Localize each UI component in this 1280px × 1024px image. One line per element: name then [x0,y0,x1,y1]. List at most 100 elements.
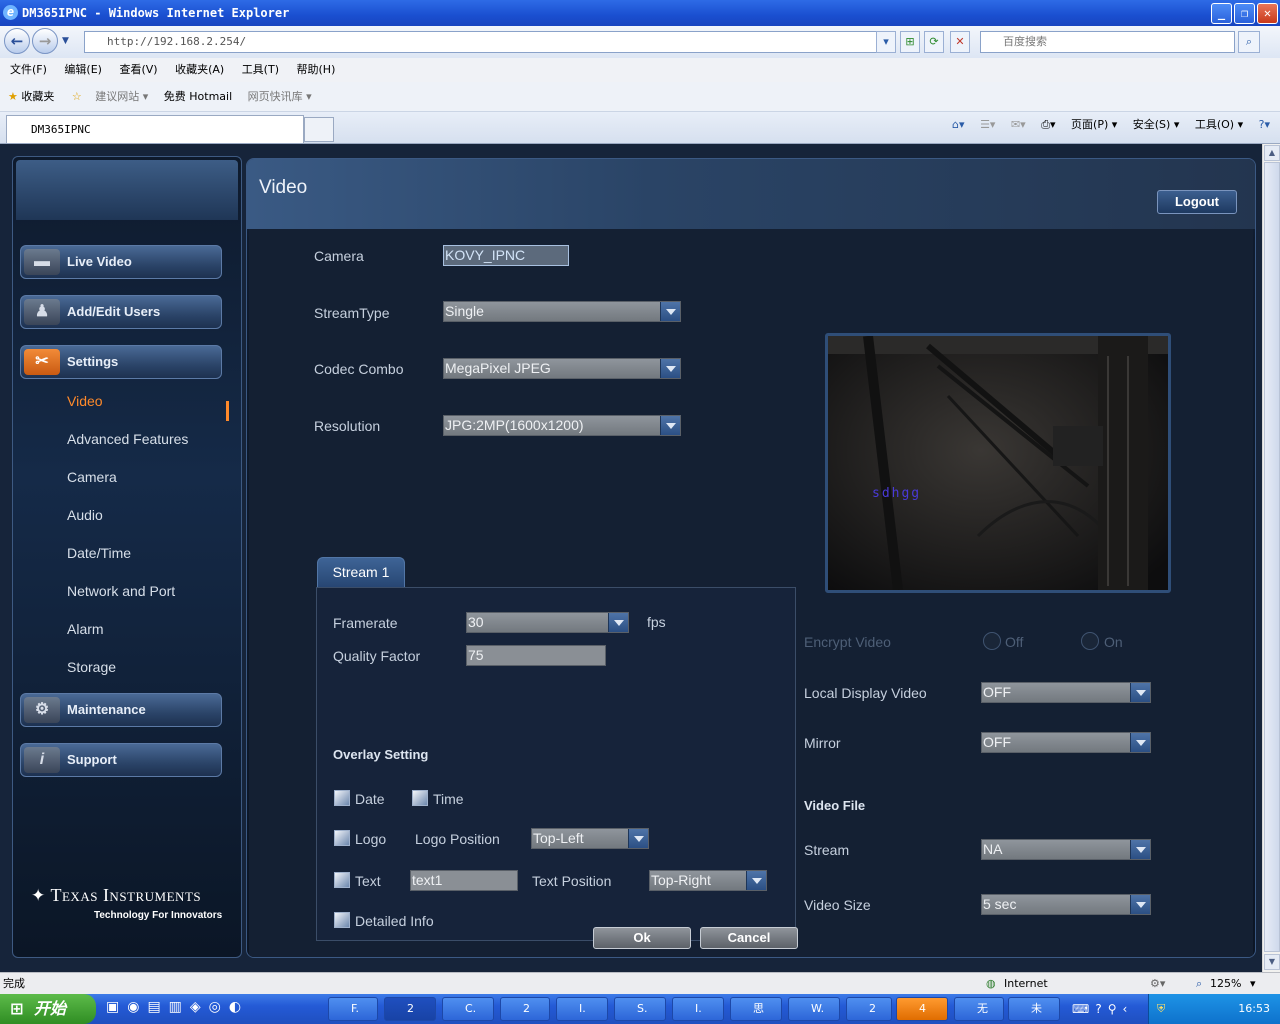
taskbar-item[interactable]: 2 [384,997,436,1021]
shield-icon[interactable]: ⛨ [1157,994,1165,1024]
submenu-storage[interactable]: Storage [67,659,116,675]
new-tab-button[interactable] [304,117,334,142]
address-dropdown-icon[interactable]: ▾ [876,31,896,53]
protected-mode-icon[interactable]: ⚙▾ [1150,973,1165,995]
windows-logo-icon: ⊞ [10,999,24,1018]
camera-name-field[interactable]: KOVY_IPNC [443,245,569,266]
codec-select[interactable]: MegaPixel JPEG [443,358,681,379]
minimize-button[interactable]: _ [1211,3,1232,24]
start-button[interactable]: ⊞ 开始 [0,994,96,1024]
print-icon[interactable]: ⎙▾ [1041,118,1055,131]
date-checkbox[interactable] [334,790,350,806]
sidebar-item-add-edit-users[interactable]: ♟ Add/Edit Users [20,295,222,329]
overlay-text-field[interactable]: text1 [410,870,518,891]
submenu-date-time[interactable]: Date/Time [67,545,131,561]
fav-link-webslice[interactable]: 网页快讯库 ▾ [248,90,312,103]
stream-select[interactable]: NA [981,839,1151,860]
taskbar-item[interactable]: W. [788,997,840,1021]
taskbar-item[interactable]: 2 [846,997,892,1021]
zoom-icon[interactable]: ⌕ [1196,973,1202,995]
submenu-advanced-features[interactable]: Advanced Features [67,431,188,447]
submenu-network-port[interactable]: Network and Port [67,583,175,599]
logout-button[interactable]: Logout [1157,190,1237,214]
browser-tab[interactable]: DM365IPNC [6,115,304,143]
scroll-up-icon[interactable]: ▲ [1264,145,1280,161]
safety-menu[interactable]: 安全(S) ▾ [1133,118,1180,131]
menu-edit[interactable]: 编辑(E) [64,63,102,76]
text-position-select[interactable]: Top-Right [649,870,767,891]
ok-button[interactable]: Ok [593,927,691,949]
history-dropdown-icon[interactable]: ▼ [62,36,69,46]
mirror-select[interactable]: OFF [981,732,1151,753]
favorites-button[interactable]: 收藏夹 [21,90,54,103]
address-bar[interactable]: http://192.168.2.254/ [84,31,894,53]
page-menu[interactable]: 页面(P) ▾ [1071,118,1117,131]
resolution-select[interactable]: JPG:2MP(1600x1200) [443,415,681,436]
framerate-select[interactable]: 30 [466,612,629,633]
submenu-video[interactable]: Video [67,393,103,409]
encrypt-on-radio[interactable] [1081,632,1099,650]
add-favorite-icon[interactable]: ☆ [72,90,82,103]
tools-menu[interactable]: 工具(O) ▾ [1195,118,1243,131]
taskbar-item[interactable]: 思 [730,997,782,1021]
menu-favorites[interactable]: 收藏夹(A) [175,63,224,76]
taskbar-item[interactable]: 无 [954,997,1004,1021]
time-checkbox[interactable] [412,790,428,806]
back-button[interactable]: ← [4,28,30,54]
scroll-thumb[interactable] [1264,162,1280,952]
search-input[interactable]: 百度搜索 [980,31,1235,53]
encrypt-off-radio[interactable] [983,632,1001,650]
cancel-button[interactable]: Cancel [700,927,798,949]
feeds-icon[interactable]: ☰▾ [980,118,995,131]
video-size-select[interactable]: 5 sec [981,894,1151,915]
menu-help[interactable]: 帮助(H) [297,63,336,76]
submenu-alarm[interactable]: Alarm [67,621,104,637]
fav-link-hotmail[interactable]: 免费 Hotmail [164,90,232,103]
menu-tools[interactable]: 工具(T) [242,63,279,76]
sidebar-item-settings[interactable]: ✂ Settings [20,345,222,379]
sidebar-header [16,160,238,220]
local-display-select[interactable]: OFF [981,682,1151,703]
tab-stream-1[interactable]: Stream 1 [317,557,405,587]
sidebar-item-maintenance[interactable]: ⚙ Maintenance [20,693,222,727]
quick-launch[interactable]: ▣◉▤▥◈◎◐ [106,999,249,1015]
search-icon[interactable]: ⌕ [1238,31,1260,53]
submenu-camera[interactable]: Camera [67,469,117,485]
taskbar-item[interactable]: 4 [896,997,948,1021]
zoom-dropdown-icon[interactable]: ▾ [1250,973,1256,995]
home-icon[interactable]: ⌂▾ [952,118,965,131]
quality-field[interactable]: 75 [466,645,606,666]
streamtype-select[interactable]: Single [443,301,681,322]
taskbar-item[interactable]: S. [614,997,666,1021]
vertical-scrollbar[interactable]: ▲ ▼ [1262,144,1280,972]
detailed-info-checkbox[interactable] [334,912,350,928]
clock: 16:53 [1238,1002,1270,1015]
fav-link-suggested[interactable]: 建议网站 ▾ [95,90,148,103]
taskbar-item[interactable]: 2 [500,997,550,1021]
forward-button[interactable]: → [32,28,58,54]
taskbar-item[interactable]: I. [672,997,724,1021]
help-icon[interactable]: ?▾ [1259,118,1270,131]
logo-position-select[interactable]: Top-Left [531,828,649,849]
logo-checkbox[interactable] [334,830,350,846]
compat-icon[interactable]: ⊞ [900,31,920,53]
sidebar-item-support[interactable]: i Support [20,743,222,777]
taskbar-item[interactable]: F. [328,997,378,1021]
mail-icon[interactable]: ✉▾ [1011,118,1026,131]
refresh-icon[interactable]: ⟳ [924,31,944,53]
zoom-level[interactable]: 125% [1210,973,1241,995]
chevron-down-icon [1130,683,1150,702]
taskbar-item[interactable]: 未 [1008,997,1060,1021]
scroll-down-icon[interactable]: ▼ [1264,954,1280,970]
sidebar-item-live-video[interactable]: ▬ Live Video [20,245,222,279]
menu-file[interactable]: 文件(F) [10,63,47,76]
menu-view[interactable]: 查看(V) [119,63,157,76]
tray-icons[interactable]: ⌨?⚲‹ [1072,1002,1133,1016]
submenu-audio[interactable]: Audio [67,507,103,523]
close-button[interactable]: ✕ [1257,3,1278,24]
taskbar-item[interactable]: I. [556,997,608,1021]
maximize-button[interactable]: ❐ [1234,3,1255,24]
taskbar-item[interactable]: C. [442,997,494,1021]
stop-icon[interactable]: ✕ [950,31,970,53]
text-checkbox[interactable] [334,872,350,888]
